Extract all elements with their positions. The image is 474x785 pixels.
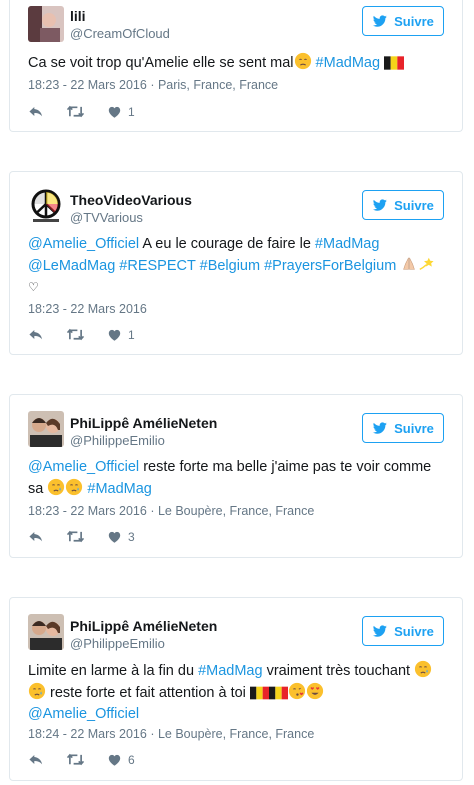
like-count: 1: [128, 327, 135, 342]
tweet-meta: 18:24 - 22 Mars 2016 · Le Boupère, Franc…: [28, 727, 315, 741]
timestamp[interactable]: 18:24 - 22 Mars 2016: [28, 727, 147, 741]
location[interactable]: Le Boupère, France, France: [158, 504, 314, 518]
mention-link[interactable]: @Amelie_Officiel: [28, 236, 139, 252]
crying-face-icon: [65, 478, 83, 496]
hashtag-link[interactable]: #MadMag: [198, 663, 262, 679]
hashtag-link[interactable]: #Belgium: [200, 258, 260, 274]
retweet-button[interactable]: [66, 327, 85, 342]
like-count: 6: [128, 752, 135, 767]
tweet-text: Limite en larme à la fin du #MadMag vrai…: [28, 660, 448, 725]
reply-button[interactable]: [28, 104, 44, 119]
tweet-text: @Amelie_Officiel reste forte ma belle j'…: [28, 459, 432, 497]
like-count: 1: [128, 104, 135, 119]
like-button[interactable]: 1: [107, 328, 135, 342]
reply-icon: [28, 104, 44, 119]
kissing-face-icon: [288, 682, 306, 700]
bird-icon: [372, 198, 388, 212]
tweet-actions: 1: [28, 104, 157, 119]
user-handle[interactable]: @PhilippeEmilio: [70, 636, 165, 651]
location[interactable]: Le Boupère, France, France: [158, 727, 314, 741]
tweet-card: TheoVideoVarious @TVVarious Suivre @Amel…: [9, 171, 463, 355]
reply-button[interactable]: [28, 529, 44, 544]
follow-button[interactable]: Suivre: [362, 6, 444, 36]
tweet-actions: 6: [28, 752, 157, 767]
belgium-flag-icon: [250, 686, 269, 700]
avatar[interactable]: [28, 188, 64, 224]
heart-icon: [107, 328, 122, 342]
hashtag-link[interactable]: #MadMag: [315, 236, 379, 252]
reply-icon: [28, 529, 44, 544]
user-name[interactable]: PhiLippê AmélieNeten: [70, 415, 217, 431]
heart-icon: [107, 530, 122, 544]
tweet-meta: 18:23 - 22 Mars 2016 · Le Boupère, Franc…: [28, 504, 315, 518]
user-handle[interactable]: @PhilippeEmilio: [70, 433, 165, 448]
timestamp[interactable]: 18:23 - 22 Mars 2016: [28, 78, 147, 92]
mention-link[interactable]: @Amelie_Officiel: [28, 459, 139, 475]
follow-button[interactable]: Suivre: [362, 616, 444, 646]
praying-hands-icon: [400, 255, 418, 273]
follow-button[interactable]: Suivre: [362, 190, 444, 220]
follow-button[interactable]: Suivre: [362, 413, 444, 443]
user-name[interactable]: PhiLippê AmélieNeten: [70, 618, 217, 634]
timestamp[interactable]: 18:23 - 22 Mars 2016: [28, 302, 147, 316]
heart-eyes-face-icon: [306, 682, 324, 700]
tweet-card: lili @CreamOfCloud Suivre Ca se voit tro…: [9, 0, 463, 132]
tweet-card: PhiLippê AmélieNeten @PhilippeEmilio Sui…: [9, 394, 463, 558]
like-button[interactable]: 3: [107, 530, 135, 544]
tweet-text: @Amelie_Officiel A eu le courage de fair…: [28, 234, 448, 298]
tweet-actions: 3: [28, 529, 157, 544]
tweet-meta: 18:23 - 22 Mars 2016: [28, 302, 147, 316]
reply-icon: [28, 752, 44, 767]
follow-label: Suivre: [394, 13, 434, 29]
follow-label: Suivre: [394, 420, 434, 436]
follow-label: Suivre: [394, 623, 434, 639]
user-name[interactable]: lili: [70, 8, 86, 24]
hashtag-link[interactable]: #MadMag: [316, 55, 380, 71]
avatar[interactable]: [28, 6, 64, 42]
bird-icon: [372, 421, 388, 435]
sad-face-icon: [294, 52, 312, 70]
retweet-button[interactable]: [66, 529, 85, 544]
mention-link[interactable]: @Amelie_Officiel: [28, 706, 139, 722]
tweet-card: PhiLippê AmélieNeten @PhilippeEmilio Sui…: [9, 597, 463, 781]
tweet-meta: 18:23 - 22 Mars 2016 · Paris, France, Fr…: [28, 78, 279, 92]
crying-face-icon: [414, 660, 432, 678]
tweet-actions: 1: [28, 327, 157, 342]
avatar[interactable]: [28, 411, 64, 447]
like-button[interactable]: 1: [107, 105, 135, 119]
timestamp[interactable]: 18:23 - 22 Mars 2016: [28, 504, 147, 518]
retweet-button[interactable]: [66, 752, 85, 767]
heart-icon: [107, 753, 122, 767]
retweet-icon: [66, 104, 85, 119]
crying-face-icon: [28, 682, 46, 700]
retweet-icon: [66, 529, 85, 544]
tweet-text: Ca se voit trop qu'Amelie elle se sent m…: [28, 52, 448, 74]
retweet-icon: [66, 327, 85, 342]
bird-icon: [372, 624, 388, 638]
belgium-flag-icon: [269, 686, 288, 700]
hashtag-link[interactable]: #MadMag: [87, 481, 151, 497]
avatar[interactable]: [28, 614, 64, 650]
like-count: 3: [128, 529, 135, 544]
heart-icon: [107, 105, 122, 119]
belgium-flag-icon: [384, 56, 404, 70]
user-handle[interactable]: @TVVarious: [70, 210, 143, 225]
hashtag-link[interactable]: #PrayersForBelgium: [264, 258, 396, 274]
reply-icon: [28, 327, 44, 342]
user-handle[interactable]: @CreamOfCloud: [70, 26, 170, 41]
dizzy-star-icon: [418, 255, 436, 273]
like-button[interactable]: 6: [107, 753, 135, 767]
hashtag-link[interactable]: #RESPECT: [119, 258, 195, 274]
mention-link[interactable]: @LeMadMag: [28, 258, 115, 274]
reply-button[interactable]: [28, 327, 44, 342]
follow-label: Suivre: [394, 197, 434, 213]
bird-icon: [372, 14, 388, 28]
retweet-button[interactable]: [66, 104, 85, 119]
retweet-icon: [66, 752, 85, 767]
crying-face-icon: [47, 478, 65, 496]
location[interactable]: Paris, France, France: [158, 78, 278, 92]
user-name[interactable]: TheoVideoVarious: [70, 192, 192, 208]
reply-button[interactable]: [28, 752, 44, 767]
